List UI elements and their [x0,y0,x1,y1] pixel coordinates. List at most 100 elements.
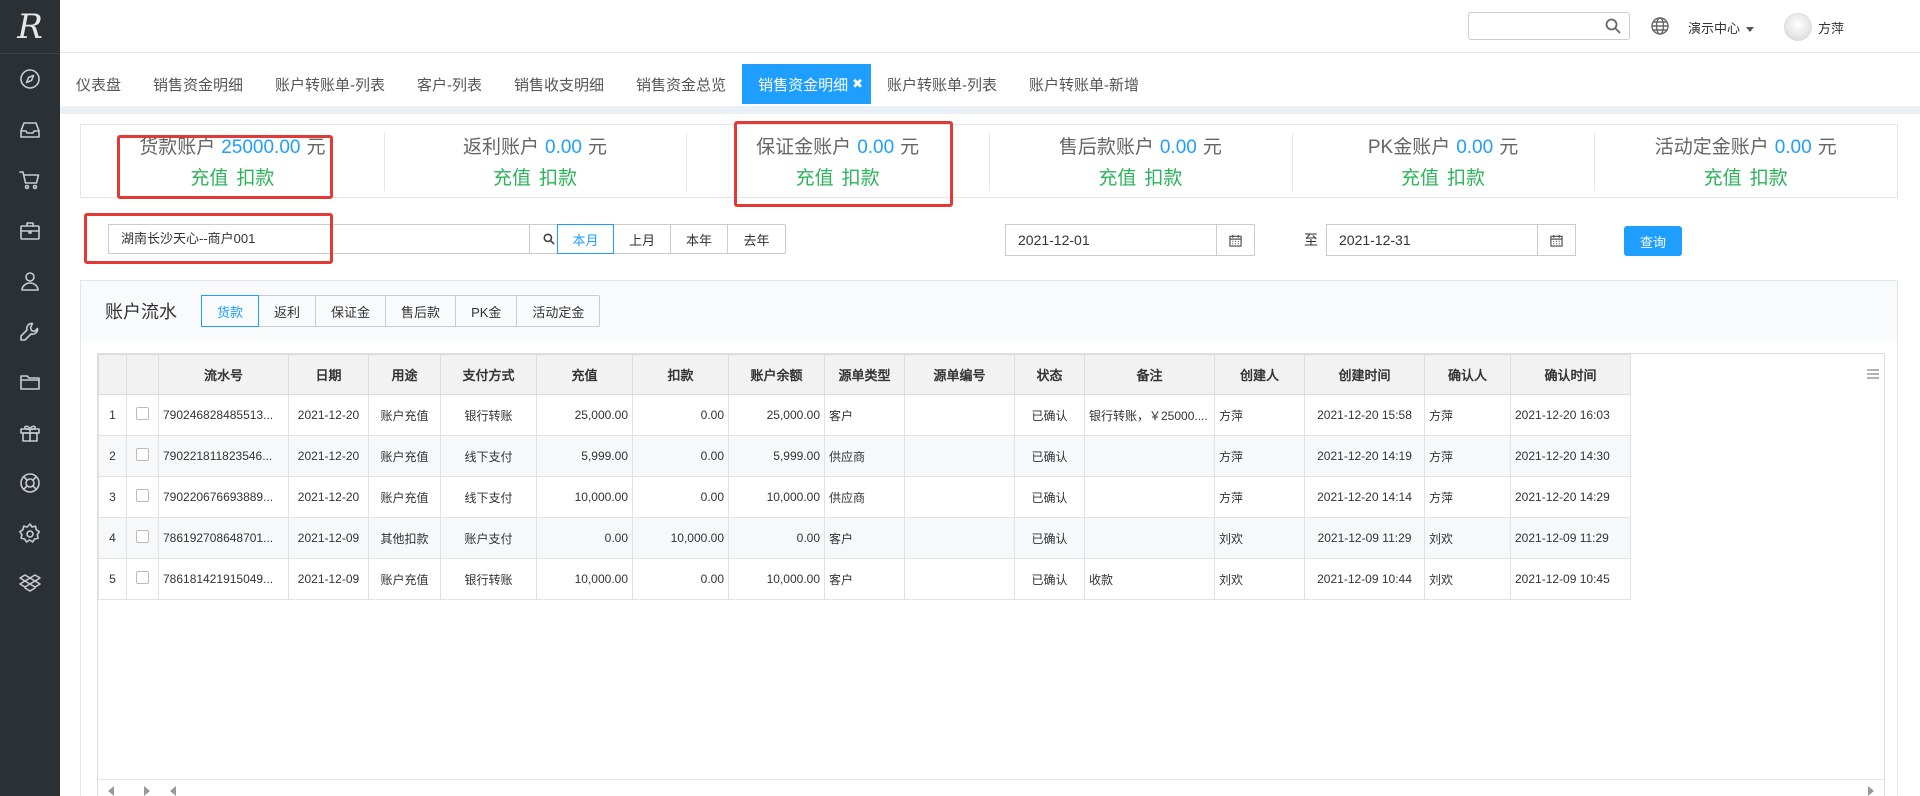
account-name: PK金账户 [1367,137,1451,158]
col-header-serial[interactable]: 流水号 [158,354,289,395]
briefcase-icon[interactable] [0,206,60,257]
search-input[interactable] [1468,12,1630,40]
col-header-date[interactable]: 日期 [288,354,369,395]
tab-transfer-list-2[interactable]: 账户转账单-列表 [871,64,1013,104]
scroll-left-icon[interactable] [170,786,176,796]
sidebar: R [0,0,60,796]
scroll-left-icon[interactable] [108,786,114,796]
recharge-link[interactable]: 充值 [796,168,834,189]
inbox-icon[interactable] [0,105,60,156]
col-header-confirmer[interactable]: 确认人 [1424,354,1511,395]
avatar[interactable] [1784,13,1812,41]
tab-transfer-new[interactable]: 账户转账单-新增 [1013,64,1155,104]
tab-sales-income-expense[interactable]: 销售收支明细 [498,64,620,104]
row-select[interactable] [126,435,159,477]
col-header-recharge[interactable]: 充值 [536,354,633,395]
table-row[interactable]: 4 786192708648701... 2021-12-09 其他扣款 账户支付 0.0… [98,517,1631,559]
user-icon[interactable] [0,256,60,307]
tab-dashboard[interactable]: 仪表盘 [60,64,137,104]
recharge-link[interactable]: 充值 [1098,168,1136,189]
column-menu-icon[interactable] [1866,368,1880,380]
row-checkbox[interactable] [136,448,149,461]
col-header-status[interactable]: 状态 [1014,354,1085,395]
type-tab-activity-deposit[interactable]: 活动定金 [517,296,599,326]
col-header-source-type[interactable]: 源单类型 [824,354,905,395]
col-header-select[interactable] [126,354,159,395]
type-tab-deposit[interactable]: 保证金 [316,296,387,326]
customer-select[interactable]: 湖南长沙天心--商户001 [108,224,568,254]
row-checkbox[interactable] [136,489,149,502]
type-tab-goods[interactable]: 货款 [201,295,260,327]
period-this-month[interactable]: 本月 [557,224,614,254]
col-header-balance[interactable]: 账户余额 [728,354,825,395]
cart-icon[interactable] [0,155,60,206]
deduct-link[interactable]: 扣款 [842,168,880,189]
tab-customer-list[interactable]: 客户-列表 [401,64,498,104]
period-last-month[interactable]: 上月 [614,225,671,253]
row-checkbox[interactable] [136,530,149,543]
tab-sales-fund-detail[interactable]: 销售资金明细 [137,64,259,104]
wrench-icon[interactable] [0,307,60,358]
period-this-year[interactable]: 本年 [671,225,728,253]
tab-sales-fund-detail-active[interactable]: 销售资金明细 ✖ [742,64,871,104]
table-row[interactable]: 2 790221811823546... 2021-12-20 账户充值 线下支付 5,9… [98,435,1631,477]
type-tab-rebate[interactable]: 返利 [259,296,317,326]
row-select[interactable] [126,517,159,559]
recharge-link[interactable]: 充值 [493,168,531,189]
col-header-confirmed-at[interactable]: 确认时间 [1510,354,1631,395]
table-row[interactable]: 1 790246828485513... 2021-12-20 账户充值 银行转账 25,… [98,394,1631,436]
calendar-icon[interactable] [1216,225,1254,255]
dropbox-icon[interactable] [0,559,60,610]
col-header-payment[interactable]: 支付方式 [440,354,537,395]
date-from-input[interactable]: 2021-12-01 [1005,224,1255,256]
col-header-remark[interactable]: 备注 [1084,354,1215,395]
row-checkbox[interactable] [136,407,149,420]
type-tab-after-sales[interactable]: 售后款 [386,296,457,326]
date-to-value: 2021-12-31 [1339,232,1411,248]
type-tab-pk[interactable]: PK金 [456,296,518,326]
scroll-right-icon[interactable] [144,786,150,796]
close-icon[interactable]: ✖ [852,76,863,92]
horizontal-scrollbar[interactable] [98,779,1884,796]
query-button[interactable]: 查询 [1624,226,1682,256]
lifebuoy-icon[interactable] [0,458,60,509]
col-header-source-no[interactable]: 源单编号 [904,354,1015,395]
deduct-link[interactable]: 扣款 [236,168,274,189]
scroll-right-icon[interactable] [1868,786,1874,796]
col-header-creator[interactable]: 创建人 [1214,354,1305,395]
row-checkbox[interactable] [136,571,149,584]
table-row[interactable]: 5 786181421915049... 2021-12-09 账户充值 银行转账 10,… [98,558,1631,600]
deduct-link[interactable]: 扣款 [1144,168,1182,189]
col-header-purpose[interactable]: 用途 [368,354,441,395]
gift-icon[interactable] [0,408,60,459]
recharge-link[interactable]: 充值 [1401,168,1439,189]
row-select[interactable] [126,476,159,518]
calendar-icon[interactable] [1537,225,1575,255]
ledger-table: 流水号 日期 用途 支付方式 充值 扣款 账户余额 源单类型 源单编号 状态 备… [98,354,1631,600]
globe-icon[interactable] [1650,16,1670,36]
center-dropdown[interactable]: 演示中心 [1688,18,1755,37]
tab-transfer-list[interactable]: 账户转账单-列表 [259,64,401,104]
search-icon[interactable] [1605,18,1621,34]
recharge-link[interactable]: 充值 [1704,168,1742,189]
deduct-link[interactable]: 扣款 [1447,168,1485,189]
recharge-link[interactable]: 充值 [190,168,228,189]
table-row[interactable]: 3 790220676693889... 2021-12-20 账户充值 线下支付 10,… [98,476,1631,518]
recharge-cell: 10,000.00 [536,476,633,518]
row-select[interactable] [126,558,159,600]
col-header-deduct[interactable]: 扣款 [632,354,729,395]
col-header-created-at[interactable]: 创建时间 [1304,354,1425,395]
date-to-input[interactable]: 2021-12-31 [1326,224,1576,256]
folder-icon[interactable] [0,357,60,408]
tab-sales-fund-overview[interactable]: 销售资金总览 [620,64,742,104]
deduct-link[interactable]: 扣款 [1750,168,1788,189]
deduct-link[interactable]: 扣款 [539,168,577,189]
remark-cell: 收款 [1084,558,1215,600]
period-last-year[interactable]: 去年 [728,225,785,253]
serial-cell: 790221811823546... [158,435,289,477]
compass-icon[interactable] [0,54,60,105]
row-select[interactable] [126,394,159,436]
gear-icon[interactable] [0,509,60,560]
user-name[interactable]: 方萍 [1818,18,1844,37]
account-balance: 0.00 [857,137,895,158]
